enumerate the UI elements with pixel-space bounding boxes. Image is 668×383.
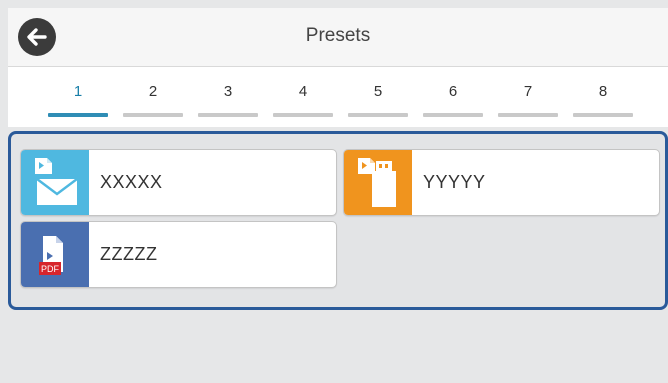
- tab-label: 2: [148, 83, 158, 100]
- tab-4[interactable]: 4: [270, 67, 336, 127]
- screen-frame: [0, 0, 668, 8]
- scan-to-pdf-icon: PDF: [21, 222, 89, 287]
- tab-indicator: [348, 113, 408, 117]
- preset-page-tabs: 1 2 3 4 5 6 7 8: [8, 67, 668, 127]
- tab-5[interactable]: 5: [345, 67, 411, 127]
- tab-3[interactable]: 3: [195, 67, 261, 127]
- tab-label: 4: [298, 83, 308, 100]
- tab-label: 3: [223, 83, 233, 100]
- tab-label: 6: [448, 83, 458, 100]
- tab-indicator: [123, 113, 183, 117]
- preset-label: ZZZZZ: [100, 244, 158, 264]
- preset-tile-3[interactable]: PDF ZZZZZ: [20, 221, 337, 288]
- tab-label: 1: [73, 83, 83, 100]
- tab-indicator: [273, 113, 333, 117]
- empty-area: [8, 310, 668, 383]
- tab-7[interactable]: 7: [495, 67, 561, 127]
- preset-grid: XXXXX YYYYY PDF ZZZZZ: [8, 131, 668, 310]
- svg-text:PDF: PDF: [41, 264, 60, 274]
- tab-indicator: [198, 113, 258, 117]
- tab-indicator: [423, 113, 483, 117]
- tab-6[interactable]: 6: [420, 67, 486, 127]
- tab-8[interactable]: 8: [570, 67, 636, 127]
- preset-tile-2[interactable]: YYYYY: [343, 149, 660, 216]
- preset-tile-1[interactable]: XXXXX: [20, 149, 337, 216]
- tab-indicator: [48, 113, 108, 117]
- header-bar: Presets: [8, 8, 668, 67]
- tab-indicator: [498, 113, 558, 117]
- scan-to-email-icon: [21, 150, 89, 215]
- tab-label: 7: [523, 83, 533, 100]
- tab-indicator: [573, 113, 633, 117]
- tab-2[interactable]: 2: [120, 67, 186, 127]
- preset-label: YYYYY: [423, 172, 486, 192]
- tab-1[interactable]: 1: [45, 67, 111, 127]
- preset-label: XXXXX: [100, 172, 163, 192]
- page-title: Presets: [305, 25, 371, 46]
- tab-label: 5: [373, 83, 383, 100]
- tab-label: 8: [598, 83, 608, 100]
- scan-to-memory-device-icon: [344, 150, 412, 215]
